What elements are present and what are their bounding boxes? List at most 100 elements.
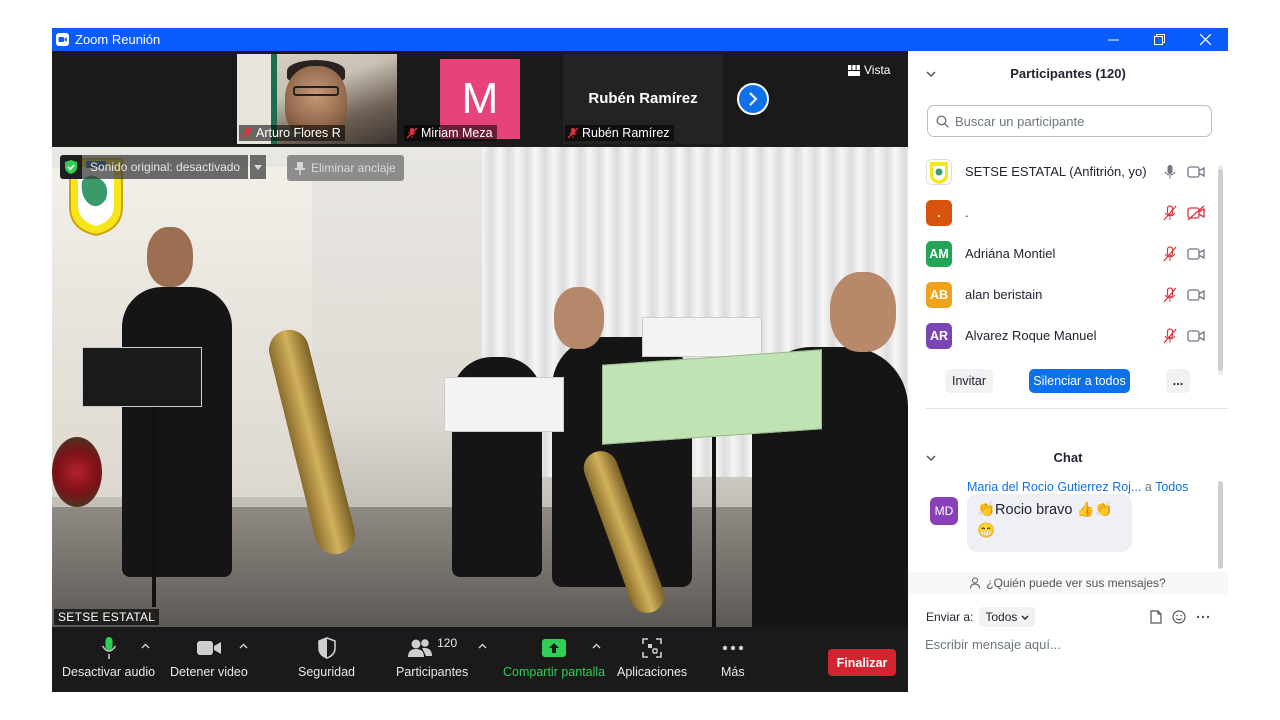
tile-display-name: Rubén Ramírez: [588, 90, 698, 107]
search-icon: [936, 114, 949, 128]
share-screen-label: Compartir pantalla: [503, 665, 606, 679]
next-page-button[interactable]: [737, 83, 769, 115]
participant-row[interactable]: . .: [908, 192, 1218, 233]
participant-row[interactable]: [908, 353, 1218, 355]
chevron-up-icon: [592, 643, 601, 649]
main-video[interactable]: Sonido original: desactivado Eliminar an…: [52, 147, 908, 627]
participant-name: .: [965, 205, 969, 220]
emoji-icon[interactable]: [1172, 610, 1186, 624]
chevron-down-icon: [1021, 615, 1029, 620]
video-camera-icon[interactable]: [1187, 164, 1205, 180]
video-tile-miriam[interactable]: M Miriam Meza: [402, 54, 562, 144]
video-off-icon[interactable]: [1187, 205, 1205, 221]
more-button[interactable]: Más: [721, 635, 745, 679]
mic-muted-icon[interactable]: [1162, 204, 1178, 221]
participant-search-input[interactable]: Buscar un participante: [927, 105, 1212, 137]
participant-row[interactable]: AB alan beristain: [908, 274, 1218, 315]
message-text: 👏Rocio bravo 👍👏: [977, 502, 1113, 518]
participant-row[interactable]: AR Alvarez Roque Manuel: [908, 315, 1218, 355]
window-title: Zoom Reunión: [75, 32, 161, 47]
chevron-down-icon: [926, 455, 936, 462]
caret-down-icon: [254, 164, 263, 170]
apps-button[interactable]: Aplicaciones: [617, 635, 687, 679]
video-camera-icon: [196, 641, 221, 655]
mute-all-button[interactable]: Silenciar a todos: [1029, 369, 1130, 393]
security-button[interactable]: Seguridad: [298, 635, 355, 679]
zoom-app-icon: [56, 33, 69, 46]
mic-muted-icon[interactable]: [1162, 286, 1178, 303]
section-divider: [926, 408, 1228, 409]
chat-message-input[interactable]: Escribir mensaje aquí...: [925, 637, 1215, 652]
microphone-icon[interactable]: [1162, 164, 1178, 180]
video-camera-icon[interactable]: [1187, 328, 1205, 344]
meeting-toolbar: Desactivar audio Detener video Seguridad: [52, 627, 908, 692]
apps-label: Aplicaciones: [617, 665, 688, 679]
participants-title: Participantes (120): [1010, 65, 1126, 81]
participant-name: alan beristain: [965, 287, 1043, 302]
original-sound-dropdown[interactable]: [250, 155, 267, 179]
close-button[interactable]: [1182, 28, 1228, 51]
video-person-head: [147, 227, 193, 287]
chat-scrollbar[interactable]: [1218, 481, 1223, 569]
title-bar: Zoom Reunión: [52, 28, 1228, 51]
audio-options-caret[interactable]: [141, 641, 150, 652]
send-to-row: Enviar a: Todos: [926, 607, 1036, 627]
participants-scrollbar[interactable]: [1218, 165, 1223, 375]
more-dots-icon: [722, 645, 744, 651]
video-tile-arturo[interactable]: Arturo Flores R: [237, 54, 397, 144]
share-options-caret[interactable]: [592, 641, 601, 652]
collapse-participants-button[interactable]: [926, 66, 936, 81]
participant-row[interactable]: AM Adriána Montiel: [908, 233, 1218, 274]
participant-row[interactable]: SETSE ESTATAL (Anfitrión, yo): [908, 151, 1218, 192]
more-dots-icon[interactable]: [1196, 615, 1210, 619]
meeting-stage: Arturo Flores R M Miriam Meza Rubén Ramí…: [52, 51, 908, 692]
collapse-chat-button[interactable]: [926, 450, 936, 465]
scrollbar-thumb[interactable]: [1218, 169, 1223, 371]
tile-name-label: Rubén Ramírez: [565, 125, 674, 141]
zoom-window: Zoom Reunión Arturo Flores R M Miriam Me…: [52, 28, 1228, 692]
participants-options-caret[interactable]: [478, 641, 487, 652]
stop-video-button[interactable]: Detener video: [170, 635, 248, 679]
video-tile-ruben[interactable]: Rubén Ramírez Rubén Ramírez: [563, 54, 723, 144]
mic-muted-icon[interactable]: [1162, 245, 1178, 262]
chat-message-bubble[interactable]: 👏Rocio bravo 👍👏 😁: [967, 494, 1132, 552]
send-to-select[interactable]: Todos: [979, 607, 1036, 627]
avatar: [926, 158, 952, 185]
video-sheet-music: [444, 377, 564, 432]
chat-header: Chat: [908, 435, 1228, 479]
video-music-stand: [152, 407, 156, 607]
tile-name-label: Arturo Flores R: [239, 125, 345, 141]
mic-muted-icon[interactable]: [1162, 327, 1178, 344]
who-can-see-messages[interactable]: ¿Quién puede ver sus mensajes?: [908, 572, 1228, 594]
participant-name: SETSE ESTATAL (Anfitrión, yo): [965, 164, 1147, 179]
encryption-badge[interactable]: [60, 155, 82, 179]
end-meeting-button[interactable]: Finalizar: [828, 649, 896, 676]
restore-button[interactable]: [1136, 28, 1182, 51]
view-button[interactable]: Vista: [848, 63, 890, 77]
tile-name: Arturo Flores R: [256, 126, 341, 140]
participants-button[interactable]: 120 Participantes: [396, 635, 468, 679]
audio-overlay: Sonido original: desactivado: [60, 155, 267, 179]
video-options-caret[interactable]: [239, 641, 248, 652]
send-to-value: Todos: [985, 610, 1018, 624]
stop-video-label: Detener video: [170, 665, 248, 679]
remove-pin-button[interactable]: Eliminar anclaje: [287, 155, 404, 181]
invite-button[interactable]: Invitar: [945, 369, 993, 393]
tile-name: Rubén Ramírez: [582, 126, 670, 140]
minimize-button[interactable]: [1090, 28, 1136, 51]
chevron-up-icon: [141, 643, 150, 649]
video-camera-icon[interactable]: [1187, 287, 1205, 303]
sender-name[interactable]: Maria del Rocio Gutierrez Roj...: [967, 480, 1141, 494]
share-screen-button[interactable]: Compartir pantalla: [503, 635, 605, 679]
share-screen-icon: [542, 639, 567, 657]
avatar: AR: [926, 322, 952, 349]
mute-audio-label: Desactivar audio: [62, 665, 156, 679]
participants-more-button[interactable]: ...: [1166, 369, 1190, 393]
mic-muted-icon: [567, 127, 579, 139]
tile-name-label: Miriam Meza: [404, 125, 497, 141]
file-icon[interactable]: [1150, 610, 1162, 624]
message-to-prefix: a: [1144, 480, 1152, 494]
video-camera-icon[interactable]: [1187, 246, 1205, 262]
original-sound-button[interactable]: Sonido original: desactivado: [82, 155, 249, 179]
person-help-icon: [970, 577, 981, 589]
